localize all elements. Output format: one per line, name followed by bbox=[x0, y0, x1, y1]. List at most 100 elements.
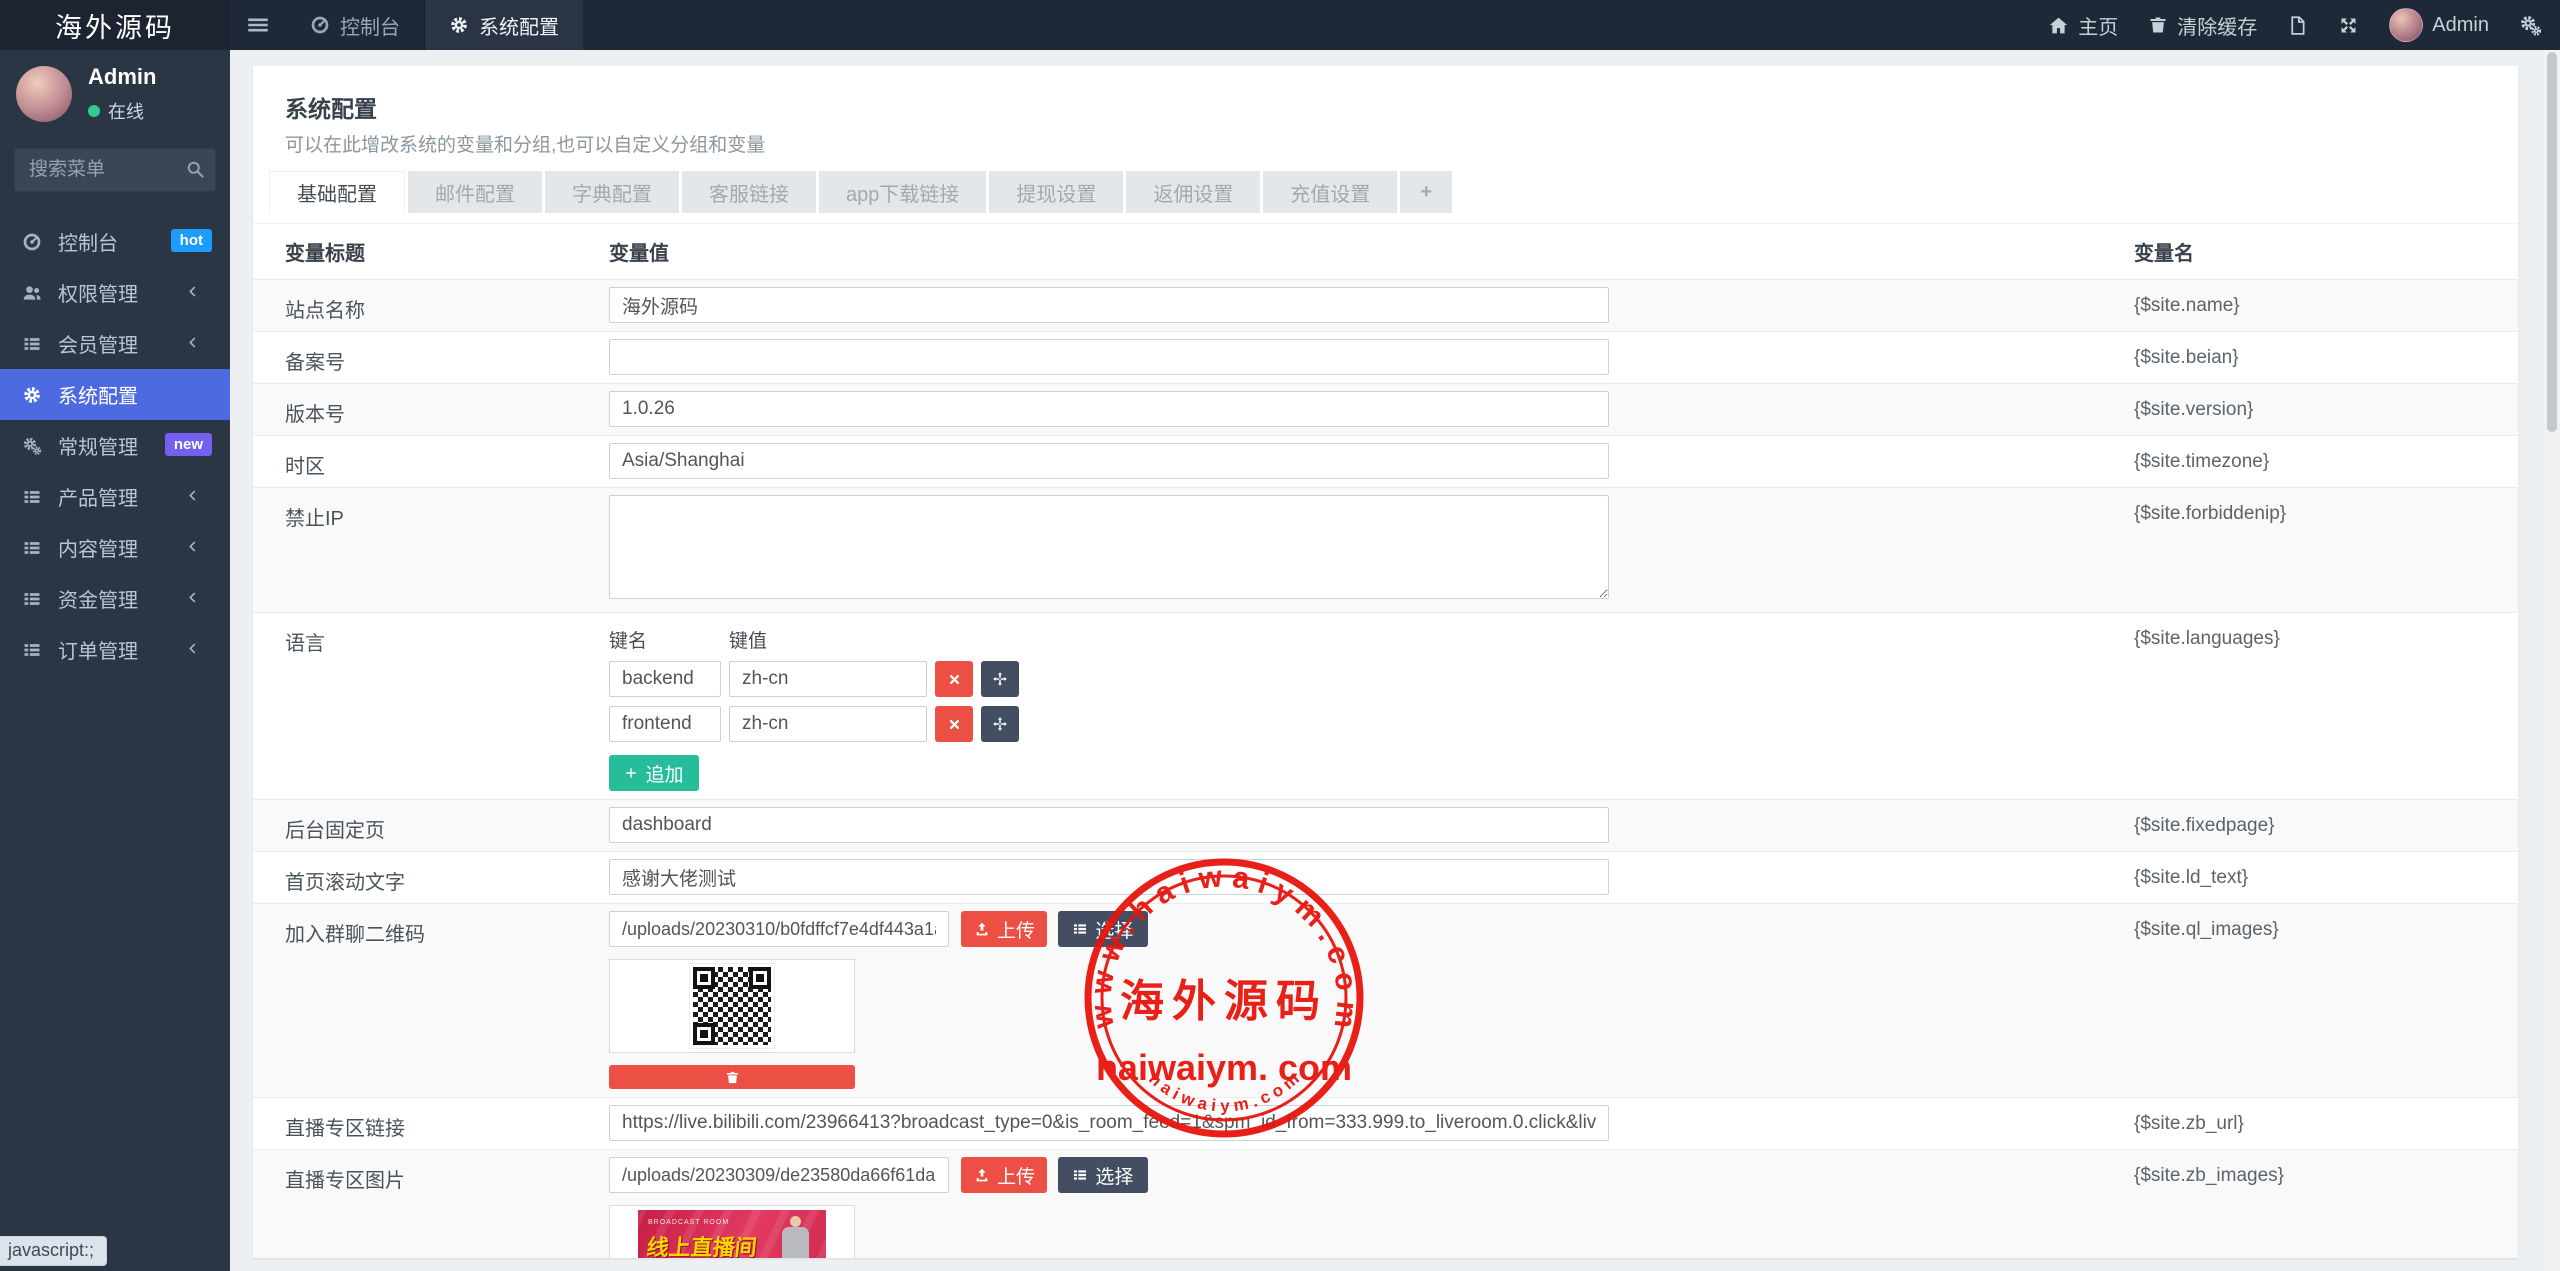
top-bar: 海外源码 控制台 系统配置 主页 清除缓存 Admin bbox=[0, 0, 2560, 50]
row-label: 语言 bbox=[285, 613, 609, 663]
user-menu[interactable]: Admin bbox=[2389, 8, 2489, 42]
sidebar-item-products[interactable]: 产品管理 bbox=[0, 471, 230, 522]
upload-button[interactable]: 上传 bbox=[961, 1157, 1047, 1193]
clear-cache-label: 清除缓存 bbox=[2177, 11, 2257, 40]
add-tab-button[interactable]: + bbox=[1400, 171, 1452, 213]
tab-recharge-settings[interactable]: 充值设置 bbox=[1263, 171, 1397, 213]
tab-basic-config[interactable]: 基础配置 bbox=[269, 171, 405, 213]
tab-mail-config[interactable]: 邮件配置 bbox=[408, 171, 542, 213]
table-row: 站点名称 {$site.name} bbox=[253, 280, 2518, 332]
forbidden-ip-textarea[interactable] bbox=[609, 495, 1609, 599]
gear-icon bbox=[22, 385, 42, 405]
column-header-value: 变量值 bbox=[609, 224, 2134, 279]
qr-finder bbox=[749, 967, 771, 989]
scrollbar-thumb[interactable] bbox=[2547, 52, 2557, 432]
sidebar-item-general[interactable]: 常规管理 new bbox=[0, 420, 230, 471]
row-label: 站点名称 bbox=[285, 280, 609, 330]
fixed-page-input[interactable] bbox=[609, 807, 1609, 843]
language-key-input[interactable] bbox=[609, 706, 721, 742]
app-logo: 海外源码 bbox=[0, 0, 230, 50]
tab-dictionary-config[interactable]: 字典配置 bbox=[545, 171, 679, 213]
avatar[interactable] bbox=[16, 66, 72, 122]
topbar-tab-system-config[interactable]: 系统配置 bbox=[425, 0, 584, 50]
tab-app-download-link[interactable]: app下载链接 bbox=[819, 171, 986, 213]
gear-icon bbox=[449, 15, 469, 35]
live-zone-url-input[interactable] bbox=[609, 1105, 1609, 1141]
sidebar-item-orders[interactable]: 订单管理 bbox=[0, 624, 230, 675]
sidebar-item-console[interactable]: 控制台 hot bbox=[0, 216, 230, 267]
kv-row bbox=[609, 706, 2134, 742]
vertical-scrollbar[interactable] bbox=[2544, 50, 2560, 1271]
chevron-left-icon bbox=[185, 539, 200, 554]
sidebar-item-content[interactable]: 内容管理 bbox=[0, 522, 230, 573]
tab-withdraw-settings[interactable]: 提现设置 bbox=[989, 171, 1123, 213]
sidebar-item-permissions[interactable]: 权限管理 bbox=[0, 267, 230, 318]
user-status: 在线 bbox=[108, 98, 144, 124]
choose-button[interactable]: 选择 bbox=[1058, 911, 1148, 947]
gears-icon bbox=[22, 436, 42, 456]
beian-input[interactable] bbox=[609, 339, 1609, 375]
language-value-input[interactable] bbox=[729, 706, 927, 742]
tab-rebate-settings[interactable]: 返佣设置 bbox=[1126, 171, 1260, 213]
sidebar-item-system-config[interactable]: 系统配置 bbox=[0, 369, 230, 420]
banner-person-figure bbox=[778, 1216, 812, 1258]
link-status-tooltip: javascript:; bbox=[0, 1236, 107, 1266]
delete-image-button[interactable] bbox=[609, 1065, 855, 1089]
row-variable: {$site.timezone} bbox=[2134, 436, 2518, 473]
sidebar-menu: 控制台 hot 权限管理 会员管理 系统配置 常规管理 new 产品管理 bbox=[0, 216, 230, 675]
config-tabs: 基础配置 邮件配置 字典配置 客服链接 app下载链接 提现设置 返佣设置 充值… bbox=[269, 171, 2518, 213]
row-variable: {$site.zb_images} bbox=[2134, 1150, 2518, 1187]
row-variable: {$site.forbiddenip} bbox=[2134, 488, 2518, 525]
scroll-text-input[interactable] bbox=[609, 859, 1609, 895]
users-icon bbox=[22, 283, 42, 303]
live-image-path-input[interactable] bbox=[609, 1157, 949, 1193]
language-doc-button[interactable] bbox=[2287, 15, 2308, 36]
search-icon[interactable] bbox=[185, 159, 205, 179]
sidebar-toggle-button[interactable] bbox=[230, 0, 286, 50]
column-header-title: 变量标题 bbox=[285, 224, 609, 279]
topbar-tab-label: 系统配置 bbox=[479, 11, 559, 40]
sidebar-item-label: 内容管理 bbox=[58, 533, 138, 562]
drag-pair-button[interactable] bbox=[981, 661, 1019, 697]
clear-cache-button[interactable]: 清除缓存 bbox=[2148, 11, 2257, 40]
sidebar: Admin 在线 控制台 hot 权限管理 会员管理 系统配置 常规管理 bbox=[0, 50, 230, 1271]
settings-button[interactable] bbox=[2519, 14, 2542, 37]
hamburger-icon bbox=[245, 12, 271, 38]
live-banner-image[interactable]: BROADCAST ROOM 线上直播间 直播盛宴 每晚七点 不见不散 bbox=[638, 1210, 826, 1258]
language-value-input[interactable] bbox=[729, 661, 927, 697]
dashboard-icon bbox=[22, 232, 42, 252]
dashboard-icon bbox=[310, 15, 330, 35]
sidebar-item-members[interactable]: 会员管理 bbox=[0, 318, 230, 369]
remove-pair-button[interactable] bbox=[935, 661, 973, 697]
trash-icon bbox=[725, 1070, 740, 1085]
new-badge: new bbox=[165, 433, 212, 456]
language-key-input[interactable] bbox=[609, 661, 721, 697]
column-header-name: 变量名 bbox=[2134, 224, 2518, 279]
sidebar-item-label: 资金管理 bbox=[58, 584, 138, 613]
version-input[interactable] bbox=[609, 391, 1609, 427]
upload-button[interactable]: 上传 bbox=[961, 911, 1047, 947]
choose-button[interactable]: 选择 bbox=[1058, 1157, 1148, 1193]
site-name-input[interactable] bbox=[609, 287, 1609, 323]
list-icon bbox=[22, 538, 42, 558]
hot-badge: hot bbox=[171, 229, 212, 252]
timezone-input[interactable] bbox=[609, 443, 1609, 479]
home-button[interactable]: 主页 bbox=[2048, 11, 2118, 40]
append-button[interactable]: 追加 bbox=[609, 755, 699, 791]
row-label: 加入群聊二维码 bbox=[285, 904, 609, 954]
qr-code-image[interactable] bbox=[690, 964, 774, 1048]
x-icon bbox=[947, 672, 962, 687]
row-label: 时区 bbox=[285, 436, 609, 486]
fullscreen-button[interactable] bbox=[2338, 15, 2359, 36]
sidebar-item-funds[interactable]: 资金管理 bbox=[0, 573, 230, 624]
tab-support-link[interactable]: 客服链接 bbox=[682, 171, 816, 213]
home-label: 主页 bbox=[2078, 11, 2118, 40]
topbar-tab-console[interactable]: 控制台 bbox=[286, 0, 425, 50]
avatar bbox=[2389, 8, 2423, 42]
qr-image-path-input[interactable] bbox=[609, 911, 949, 947]
remove-pair-button[interactable] bbox=[935, 706, 973, 742]
row-label: 首页滚动文字 bbox=[285, 852, 609, 902]
drag-pair-button[interactable] bbox=[981, 706, 1019, 742]
sidebar-item-label: 系统配置 bbox=[58, 380, 138, 409]
trash-icon bbox=[2148, 15, 2168, 35]
